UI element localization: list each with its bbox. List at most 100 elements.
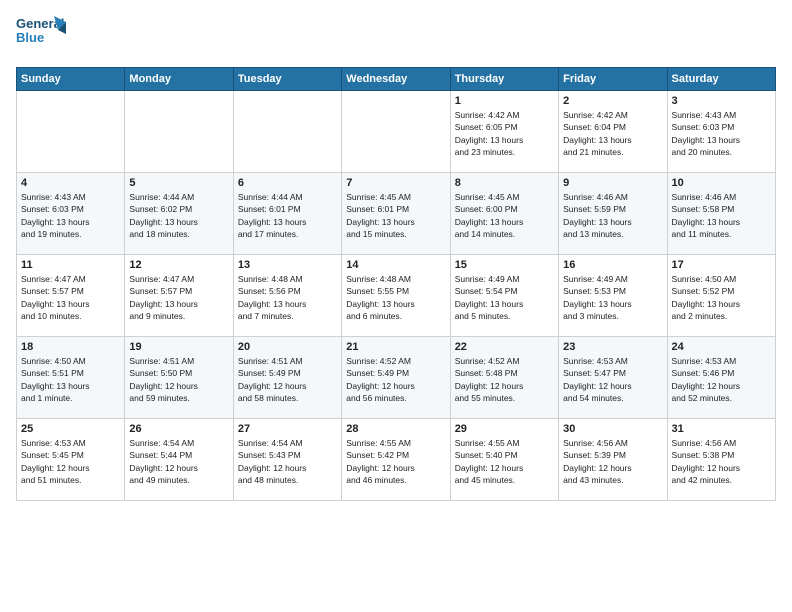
day-info: Sunrise: 4:53 AMSunset: 5:45 PMDaylight:… [21,437,120,486]
column-header-monday: Monday [125,68,233,91]
day-number: 11 [21,259,120,271]
day-number: 5 [129,177,228,189]
calendar-cell: 15 Sunrise: 4:49 AMSunset: 5:54 PMDayligh… [450,255,558,337]
day-info: Sunrise: 4:51 AMSunset: 5:49 PMDaylight:… [238,355,337,404]
day-info: Sunrise: 4:52 AMSunset: 5:48 PMDaylight:… [455,355,554,404]
calendar-week-4: 18 Sunrise: 4:50 AMSunset: 5:51 PMDayligh… [17,337,776,419]
day-info: Sunrise: 4:45 AMSunset: 6:01 PMDaylight:… [346,191,445,240]
calendar-cell: 23 Sunrise: 4:53 AMSunset: 5:47 PMDayligh… [559,337,667,419]
day-info: Sunrise: 4:51 AMSunset: 5:50 PMDaylight:… [129,355,228,404]
calendar-cell: 30 Sunrise: 4:56 AMSunset: 5:39 PMDayligh… [559,419,667,501]
header-row: SundayMondayTuesdayWednesdayThursdayFrid… [17,68,776,91]
column-header-thursday: Thursday [450,68,558,91]
calendar-cell [125,91,233,173]
calendar-cell: 29Sunrise: 4:55 AMSunset: 5:40 PMDayligh… [450,419,558,501]
calendar-cell [17,91,125,173]
day-number: 29 [455,423,554,435]
calendar-cell: 31 Sunrise: 4:56 AMSunset: 5:38 PMDayligh… [667,419,775,501]
header: General Blue [16,12,776,59]
calendar-cell: 10 Sunrise: 4:46 AMSunset: 5:58 PMDayligh… [667,173,775,255]
day-number: 10 [672,177,771,189]
calendar-cell: 25Sunrise: 4:53 AMSunset: 5:45 PMDayligh… [17,419,125,501]
page-container: General Blue SundayMondayTuesdayWednesda… [0,0,792,509]
day-info: Sunrise: 4:52 AMSunset: 5:49 PMDaylight:… [346,355,445,404]
day-info: Sunrise: 4:55 AMSunset: 5:42 PMDaylight:… [346,437,445,486]
calendar-cell: 6 Sunrise: 4:44 AMSunset: 6:01 PMDaylight… [233,173,341,255]
day-info: Sunrise: 4:46 AMSunset: 5:59 PMDaylight:… [563,191,662,240]
calendar-cell: 21 Sunrise: 4:52 AMSunset: 5:49 PMDayligh… [342,337,450,419]
day-info: Sunrise: 4:48 AMSunset: 5:55 PMDaylight:… [346,273,445,322]
day-number: 1 [455,95,554,107]
calendar-cell: 22 Sunrise: 4:52 AMSunset: 5:48 PMDayligh… [450,337,558,419]
day-number: 20 [238,341,337,353]
calendar-cell: 1Sunrise: 4:42 AMSunset: 6:05 PMDaylight… [450,91,558,173]
calendar-cell: 26 Sunrise: 4:54 AMSunset: 5:44 PMDayligh… [125,419,233,501]
day-info: Sunrise: 4:44 AMSunset: 6:02 PMDaylight:… [129,191,228,240]
day-info: Sunrise: 4:42 AMSunset: 6:04 PMDaylight:… [563,109,662,158]
day-number: 16 [563,259,662,271]
day-number: 12 [129,259,228,271]
calendar-week-5: 25Sunrise: 4:53 AMSunset: 5:45 PMDayligh… [17,419,776,501]
day-info: Sunrise: 4:47 AMSunset: 5:57 PMDaylight:… [129,273,228,322]
day-info: Sunrise: 4:46 AMSunset: 5:58 PMDaylight:… [672,191,771,240]
day-info: Sunrise: 4:53 AMSunset: 5:47 PMDaylight:… [563,355,662,404]
calendar-cell: 16 Sunrise: 4:49 AMSunset: 5:53 PMDayligh… [559,255,667,337]
day-number: 8 [455,177,554,189]
calendar-cell: 3Sunrise: 4:43 AMSunset: 6:03 PMDaylight… [667,91,775,173]
calendar-cell: 4Sunrise: 4:43 AMSunset: 6:03 PMDaylight… [17,173,125,255]
column-header-wednesday: Wednesday [342,68,450,91]
calendar-cell: 7 Sunrise: 4:45 AMSunset: 6:01 PMDaylight… [342,173,450,255]
day-info: Sunrise: 4:45 AMSunset: 6:00 PMDaylight:… [455,191,554,240]
day-info: Sunrise: 4:50 AMSunset: 5:51 PMDaylight:… [21,355,120,404]
calendar-cell: 28Sunrise: 4:55 AMSunset: 5:42 PMDayligh… [342,419,450,501]
svg-text:Blue: Blue [16,30,44,45]
logo-icon: General Blue [16,12,66,54]
day-number: 14 [346,259,445,271]
day-number: 17 [672,259,771,271]
day-info: Sunrise: 4:49 AMSunset: 5:54 PMDaylight:… [455,273,554,322]
day-number: 22 [455,341,554,353]
column-header-sunday: Sunday [17,68,125,91]
day-info: Sunrise: 4:56 AMSunset: 5:38 PMDaylight:… [672,437,771,486]
day-info: Sunrise: 4:50 AMSunset: 5:52 PMDaylight:… [672,273,771,322]
day-number: 23 [563,341,662,353]
calendar-week-3: 11 Sunrise: 4:47 AMSunset: 5:57 PMDayligh… [17,255,776,337]
day-number: 21 [346,341,445,353]
day-number: 6 [238,177,337,189]
logo: General Blue [16,12,66,59]
day-number: 15 [455,259,554,271]
calendar-cell: 13 Sunrise: 4:48 AMSunset: 5:56 PMDayligh… [233,255,341,337]
day-number: 30 [563,423,662,435]
calendar-cell: 2Sunrise: 4:42 AMSunset: 6:04 PMDaylight… [559,91,667,173]
day-number: 7 [346,177,445,189]
calendar-cell: 19 Sunrise: 4:51 AMSunset: 5:50 PMDayligh… [125,337,233,419]
calendar-cell: 8 Sunrise: 4:45 AMSunset: 6:00 PMDaylight… [450,173,558,255]
day-number: 13 [238,259,337,271]
day-number: 9 [563,177,662,189]
day-info: Sunrise: 4:48 AMSunset: 5:56 PMDaylight:… [238,273,337,322]
day-info: Sunrise: 4:56 AMSunset: 5:39 PMDaylight:… [563,437,662,486]
day-info: Sunrise: 4:44 AMSunset: 6:01 PMDaylight:… [238,191,337,240]
day-number: 31 [672,423,771,435]
day-info: Sunrise: 4:49 AMSunset: 5:53 PMDaylight:… [563,273,662,322]
day-info: Sunrise: 4:54 AMSunset: 5:43 PMDaylight:… [238,437,337,486]
calendar-cell: 27 Sunrise: 4:54 AMSunset: 5:43 PMDayligh… [233,419,341,501]
day-number: 18 [21,341,120,353]
calendar-cell: 9 Sunrise: 4:46 AMSunset: 5:59 PMDaylight… [559,173,667,255]
calendar-cell: 12 Sunrise: 4:47 AMSunset: 5:57 PMDayligh… [125,255,233,337]
day-info: Sunrise: 4:53 AMSunset: 5:46 PMDaylight:… [672,355,771,404]
calendar-cell: 17 Sunrise: 4:50 AMSunset: 5:52 PMDayligh… [667,255,775,337]
calendar-cell: 5 Sunrise: 4:44 AMSunset: 6:02 PMDaylight… [125,173,233,255]
day-number: 19 [129,341,228,353]
calendar-cell [233,91,341,173]
day-number: 26 [129,423,228,435]
column-header-saturday: Saturday [667,68,775,91]
day-info: Sunrise: 4:54 AMSunset: 5:44 PMDaylight:… [129,437,228,486]
day-info: Sunrise: 4:47 AMSunset: 5:57 PMDaylight:… [21,273,120,322]
day-number: 27 [238,423,337,435]
column-header-tuesday: Tuesday [233,68,341,91]
calendar-cell: 20 Sunrise: 4:51 AMSunset: 5:49 PMDayligh… [233,337,341,419]
day-info: Sunrise: 4:43 AMSunset: 6:03 PMDaylight:… [21,191,120,240]
calendar-cell [342,91,450,173]
day-info: Sunrise: 4:43 AMSunset: 6:03 PMDaylight:… [672,109,771,158]
